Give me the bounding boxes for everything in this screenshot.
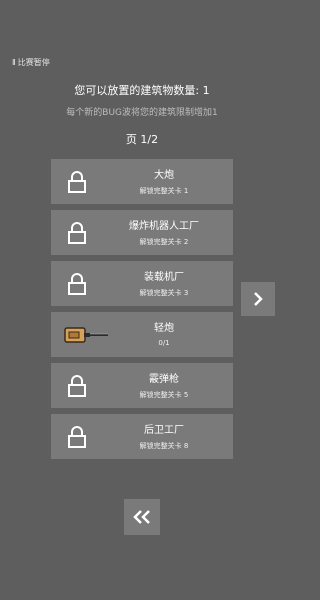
building-limit-title: 您可以放置的建筑物数量: 1 <box>74 84 210 97</box>
double-chevron-left-icon <box>133 510 150 524</box>
building-item-cannon[interactable]: 大炮 解锁完整关卡 1 <box>51 159 233 204</box>
building-limit-hint: 每个新的BUG波将您的建筑限制增加1 <box>66 108 218 118</box>
lock-icon <box>68 426 86 448</box>
page-indicator: 页 1/2 <box>125 133 159 146</box>
building-item-loader-factory[interactable]: 装载机厂 解锁完整关卡 3 <box>51 261 233 306</box>
lock-icon <box>68 171 86 193</box>
building-name: 装载机厂 <box>144 272 184 283</box>
building-item-explosive-robot-factory[interactable]: 爆炸机器人工厂 解锁完整关卡 2 <box>51 210 233 255</box>
building-unlock-text: 解锁完整关卡 2 <box>139 238 189 246</box>
chevron-right-icon <box>254 292 263 306</box>
lock-icon <box>68 375 86 397</box>
building-unlock-text: 解锁完整关卡 1 <box>139 187 189 195</box>
building-item-shotgun[interactable]: 霰弹枪 解锁完整关卡 5 <box>51 363 233 408</box>
pause-label: 比赛暂停 <box>17 58 50 67</box>
building-name: 爆炸机器人工厂 <box>129 221 199 232</box>
building-name: 大炮 <box>154 170 174 181</box>
building-unlock-text: 解锁完整关卡 3 <box>139 289 189 297</box>
pause-button[interactable]: II 比赛暂停 <box>12 57 50 68</box>
building-name: 轻炮 <box>154 323 174 334</box>
building-item-guard-factory[interactable]: 后卫工厂 解锁完整关卡 8 <box>51 414 233 459</box>
building-unlock-text: 解锁完整关卡 5 <box>139 391 189 399</box>
building-count: 0/1 <box>158 339 170 347</box>
building-name: 后卫工厂 <box>144 425 184 436</box>
lock-icon <box>68 222 86 244</box>
building-item-light-cannon[interactable]: 轻炮 0/1 <box>51 312 233 357</box>
back-button[interactable] <box>124 499 160 535</box>
pause-icon: II <box>12 58 16 67</box>
lock-icon <box>68 273 86 295</box>
building-unlock-text: 解锁完整关卡 8 <box>139 442 189 450</box>
next-page-button[interactable] <box>241 282 275 316</box>
building-name: 霰弹枪 <box>149 374 179 385</box>
